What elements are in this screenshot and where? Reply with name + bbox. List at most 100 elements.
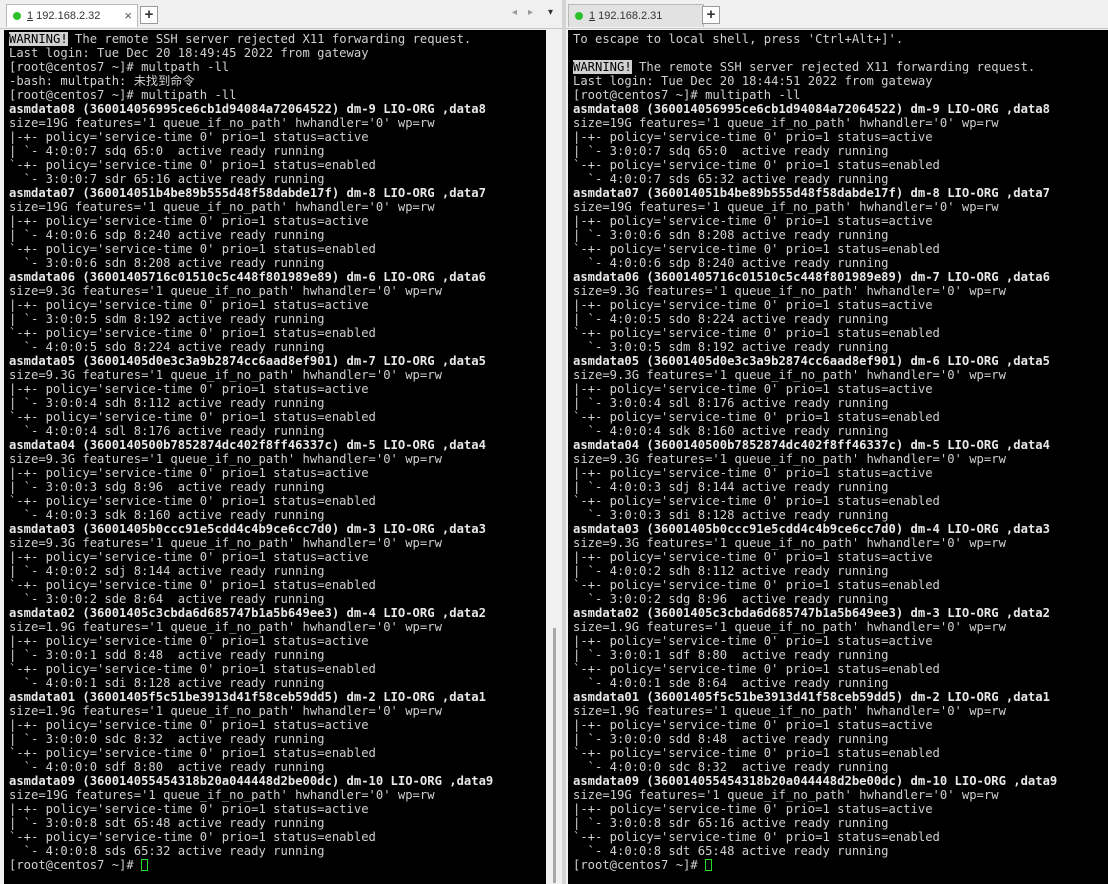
terminal-cursor[interactable] xyxy=(705,859,713,871)
tab-session-192-168-2-32[interactable]: 1 192.168.2.32 × xyxy=(6,4,138,27)
terminal-line: [root@centos7 ~]# multpath -ll xyxy=(9,60,546,74)
new-tab-button[interactable]: + xyxy=(702,6,720,24)
terminal-text: size=1.9G features='1 queue_if_no_path' … xyxy=(573,620,1006,634)
terminal-line: asmdata06 (36001405716c01510c5c448f80198… xyxy=(9,270,546,284)
multipath-device-header: asmdata03 (36001405b0ccc91e5cdd4c4b9ce6c… xyxy=(9,522,486,536)
terminal-line: `- 3:0:0:7 sdr 65:16 active ready runnin… xyxy=(9,172,546,186)
terminal-line: [root@centos7 ~]# xyxy=(9,858,546,872)
terminal-line: `-+- policy='service-time 0' prio=1 stat… xyxy=(573,662,1108,676)
multipath-device-header: asmdata06 (36001405716c01510c5c448f80198… xyxy=(9,270,486,284)
terminal-text: size=9.3G features='1 queue_if_no_path' … xyxy=(573,452,1006,466)
terminal-text: size=1.9G features='1 queue_if_no_path' … xyxy=(9,620,442,634)
left-tab-bar: 1 192.168.2.32 × + ◂ ▸ ▾ xyxy=(0,0,562,29)
terminal-line: asmdata06 (36001405716c01510c5c448f80198… xyxy=(573,270,1108,284)
terminal-text: The remote SSH server rejected X11 forwa… xyxy=(67,32,472,46)
terminal-line: `-+- policy='service-time 0' prio=1 stat… xyxy=(9,242,546,256)
terminal-line: | `- 3:0:0:4 sdh 8:112 active ready runn… xyxy=(9,396,546,410)
terminal-text: `- 4:0:0:7 sds 65:32 active ready runnin… xyxy=(573,172,889,186)
terminal-line: asmdata01 (36001405f5c51be3913d41f58ceb5… xyxy=(573,690,1108,704)
terminal-text: `-+- policy='service-time 0' prio=1 stat… xyxy=(573,746,940,760)
multipath-device-header: asmdata02 (36001405c3cbda6d685747b1a5b64… xyxy=(573,606,1050,620)
terminal-line: size=19G features='1 queue_if_no_path' h… xyxy=(573,200,1108,214)
terminal-line: size=19G features='1 queue_if_no_path' h… xyxy=(573,788,1108,802)
terminal-text: `- 4:0:0:1 sde 8:64 active ready running xyxy=(573,676,889,690)
terminal-text: `-+- policy='service-time 0' prio=1 stat… xyxy=(573,158,940,172)
terminal-line: size=19G features='1 queue_if_no_path' h… xyxy=(9,116,546,130)
terminal-text: `- 4:0:0:8 sds 65:32 active ready runnin… xyxy=(9,844,325,858)
terminal-text: `-+- policy='service-time 0' prio=1 stat… xyxy=(9,242,376,256)
tab-session-192-168-2-31[interactable]: 1 192.168.2.31 xyxy=(568,4,704,27)
terminal-line: | `- 3:0:0:8 sdt 65:48 active ready runn… xyxy=(9,816,546,830)
terminal-line: |-+- policy='service-time 0' prio=1 stat… xyxy=(9,214,546,228)
terminal-line: asmdata04 (3600140500b7852874dc402f8ff46… xyxy=(9,438,546,452)
terminal-line: asmdata07 (360014051b4be89b555d48f58dabd… xyxy=(9,186,546,200)
terminal-line: | `- 3:0:0:3 sdg 8:96 active ready runni… xyxy=(9,480,546,494)
terminal-text: `- 4:0:0:4 sdk 8:160 active ready runnin… xyxy=(573,424,889,438)
new-tab-button[interactable]: + xyxy=(140,6,158,24)
left-session-pane: 1 192.168.2.32 × + ◂ ▸ ▾ WARNING! The re… xyxy=(0,0,562,884)
terminal-text: `- 4:0:0:8 sdt 65:48 active ready runnin… xyxy=(573,844,889,858)
terminal-text: | `- 3:0:0:4 sdl 8:176 active ready runn… xyxy=(573,396,889,410)
tab-list-dropdown-icon[interactable]: ▾ xyxy=(548,7,553,18)
terminal-line: `-+- policy='service-time 0' prio=1 stat… xyxy=(9,410,546,424)
scrollbar-thumb[interactable] xyxy=(553,628,556,883)
terminal-line: `- 3:0:0:2 sdg 8:96 active ready running xyxy=(573,592,1108,606)
terminal-text: `- 4:0:0:4 sdl 8:176 active ready runnin… xyxy=(9,424,325,438)
terminal-line: `-+- policy='service-time 0' prio=1 stat… xyxy=(573,578,1108,592)
terminal-cursor[interactable] xyxy=(141,859,149,871)
terminal-line: size=9.3G features='1 queue_if_no_path' … xyxy=(9,452,546,466)
multipath-device-header: asmdata05 (36001405d0e3c3a9b2874cc6aad8e… xyxy=(9,354,486,368)
left-terminal-scrollbar[interactable] xyxy=(546,30,562,884)
terminal-text: | `- 3:0:0:1 sdf 8:80 active ready runni… xyxy=(573,648,889,662)
warning-label: WARNING! xyxy=(573,60,632,74)
terminal-text: |-+- policy='service-time 0' prio=1 stat… xyxy=(573,718,933,732)
terminal-line: |-+- policy='service-time 0' prio=1 stat… xyxy=(573,550,1108,564)
terminal-line: | `- 3:0:0:0 sdd 8:48 active ready runni… xyxy=(573,732,1108,746)
terminal-text: |-+- policy='service-time 0' prio=1 stat… xyxy=(9,298,369,312)
terminal-line: `- 4:0:0:6 sdp 8:240 active ready runnin… xyxy=(573,256,1108,270)
terminal-text: `-+- policy='service-time 0' prio=1 stat… xyxy=(9,494,376,508)
terminal-line: `- 4:0:0:0 sdc 8:32 active ready running xyxy=(573,760,1108,774)
multipath-device-header: asmdata05 (36001405d0e3c3a9b2874cc6aad8e… xyxy=(573,354,1050,368)
terminal-line: `- 4:0:0:8 sds 65:32 active ready runnin… xyxy=(9,844,546,858)
terminal-text: size=1.9G features='1 queue_if_no_path' … xyxy=(9,704,442,718)
terminal-line: | `- 3:0:0:6 sdn 8:208 active ready runn… xyxy=(573,228,1108,242)
close-tab-icon[interactable]: × xyxy=(124,5,132,27)
terminal-line: WARNING! The remote SSH server rejected … xyxy=(573,60,1108,74)
terminal-text: `-+- policy='service-time 0' prio=1 stat… xyxy=(573,494,940,508)
terminal-text: | `- 3:0:0:0 sdc 8:32 active ready runni… xyxy=(9,732,325,746)
terminal-line: `- 4:0:0:4 sdl 8:176 active ready runnin… xyxy=(9,424,546,438)
terminal-line: | `- 4:0:0:7 sdq 65:0 active ready runni… xyxy=(9,144,546,158)
right-session-pane: 1 192.168.2.31 + To escape to local shel… xyxy=(566,0,1108,884)
tab-scroll-left-icon[interactable]: ◂ xyxy=(512,7,517,18)
right-terminal[interactable]: To escape to local shell, press 'Ctrl+Al… xyxy=(568,30,1108,884)
multipath-device-header: asmdata08 (360014056995ce6cb1d94084a7206… xyxy=(573,102,1050,116)
connected-status-icon xyxy=(13,12,21,20)
terminal-text: To escape to local shell, press 'Ctrl+Al… xyxy=(573,32,904,46)
terminal-line: |-+- policy='service-time 0' prio=1 stat… xyxy=(9,634,546,648)
terminal-text: size=19G features='1 queue_if_no_path' h… xyxy=(9,116,435,130)
terminal-line: size=1.9G features='1 queue_if_no_path' … xyxy=(573,704,1108,718)
terminal-line: |-+- policy='service-time 0' prio=1 stat… xyxy=(9,802,546,816)
terminal-line: |-+- policy='service-time 0' prio=1 stat… xyxy=(573,466,1108,480)
terminal-line: size=9.3G features='1 queue_if_no_path' … xyxy=(9,368,546,382)
terminal-line: `-+- policy='service-time 0' prio=1 stat… xyxy=(573,494,1108,508)
multipath-device-header: asmdata04 (3600140500b7852874dc402f8ff46… xyxy=(9,438,486,452)
terminal-line: asmdata08 (360014056995ce6cb1d94084a7206… xyxy=(9,102,546,116)
terminal-text: | `- 3:0:0:7 sdq 65:0 active ready runni… xyxy=(573,144,889,158)
terminal-text: |-+- policy='service-time 0' prio=1 stat… xyxy=(9,382,369,396)
terminal-line: [root@centos7 ~]# multipath -ll xyxy=(573,88,1108,102)
tab-scroll-right-icon[interactable]: ▸ xyxy=(528,7,533,18)
terminal-text: |-+- policy='service-time 0' prio=1 stat… xyxy=(9,634,369,648)
terminal-line: `- 4:0:0:4 sdk 8:160 active ready runnin… xyxy=(573,424,1108,438)
terminal-line: | `- 3:0:0:0 sdc 8:32 active ready runni… xyxy=(9,732,546,746)
terminal-line: |-+- policy='service-time 0' prio=1 stat… xyxy=(573,382,1108,396)
terminal-line: `- 4:0:0:1 sdi 8:128 active ready runnin… xyxy=(9,676,546,690)
multipath-device-header: asmdata07 (360014051b4be89b555d48f58dabd… xyxy=(9,186,486,200)
multipath-device-header: asmdata07 (360014051b4be89b555d48f58dabd… xyxy=(573,186,1050,200)
terminal-text: | `- 4:0:0:2 sdj 8:144 active ready runn… xyxy=(9,564,325,578)
terminal-line: [root@centos7 ~]# multipath -ll xyxy=(9,88,546,102)
terminal-text: |-+- policy='service-time 0' prio=1 stat… xyxy=(573,634,933,648)
terminal-line: asmdata03 (36001405b0ccc91e5cdd4c4b9ce6c… xyxy=(573,522,1108,536)
left-terminal[interactable]: WARNING! The remote SSH server rejected … xyxy=(4,30,546,884)
